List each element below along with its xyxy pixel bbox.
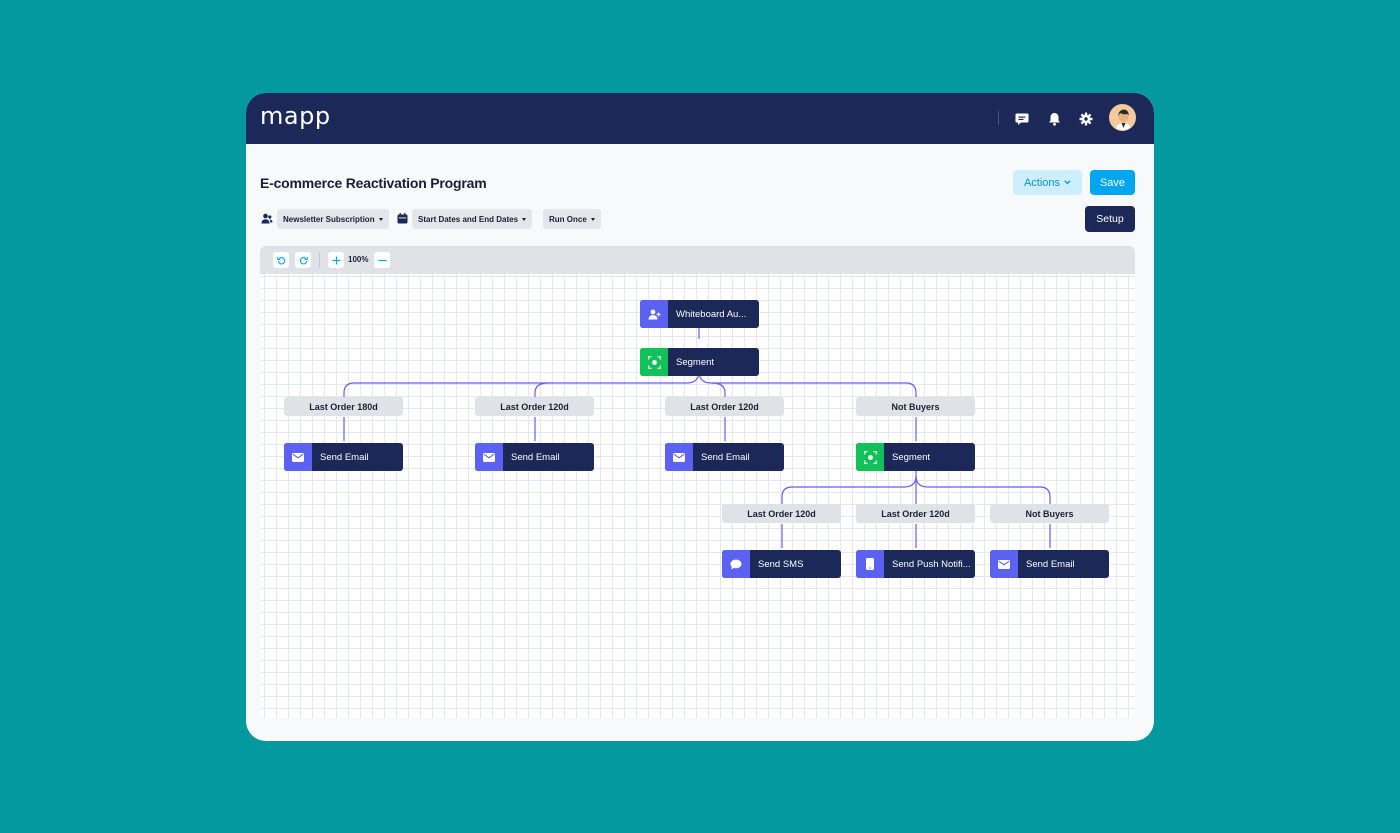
audience-icon [260,212,273,225]
flow-node-send-email[interactable]: Send Email [990,550,1109,578]
workflow-canvas[interactable]: 100% Whiteboard Au... Segment Last Order… [260,246,1135,718]
bell-icon[interactable] [1044,109,1064,129]
calendar-icon [396,212,409,225]
date-range-dropdown-label: Start Dates and End Dates [418,214,519,224]
flow-node-send-email[interactable]: Send Email [665,443,784,471]
frequency-dropdown[interactable]: Run Once [543,209,601,229]
page-title: E-commerce Reactivation Program [260,175,487,191]
caret-down-icon [522,217,527,221]
connector [915,475,1051,504]
connector [534,382,549,397]
flow-node-send-email[interactable]: Send Email [475,443,594,471]
flow-node-label: Segment [676,356,715,368]
flow-node-segment[interactable]: Segment [856,443,975,471]
chat-bubble-icon [722,550,750,578]
app-window: mapp E-commerce Reactivation Program Act… [246,93,1154,741]
flow-node-label: Send Push Notifi... [892,558,971,570]
mail-icon [665,443,693,471]
mobile-phone-icon [856,550,884,578]
audience-dropdown-label: Newsletter Subscription [283,214,375,224]
branch-label[interactable]: Not Buyers [990,504,1109,523]
top-navigation-bar: mapp [246,93,1154,144]
flow-node-send-email[interactable]: Send Email [284,443,403,471]
mail-icon [284,443,312,471]
flow-node-label: Send Email [320,451,369,463]
flow-node-segment[interactable]: Segment [640,348,759,376]
branch-label[interactable]: Last Order 120d [856,504,975,523]
connector [781,475,917,504]
mail-icon [475,443,503,471]
caret-down-icon [378,217,383,221]
branch-label[interactable]: Last Order 120d [722,504,841,523]
user-plus-icon [640,300,668,328]
flow-node-label: Segment [892,451,931,463]
mapp-logo[interactable]: mapp [260,102,331,130]
actions-button[interactable]: Actions [1013,170,1082,195]
save-button[interactable]: Save [1090,170,1135,195]
flow-node-send-sms[interactable]: Send SMS [722,550,841,578]
branch-label[interactable]: Last Order 120d [665,397,784,416]
audience-dropdown[interactable]: Newsletter Subscription [277,209,389,229]
flow-node-label: Whiteboard Au... [676,308,747,320]
chevron-down-icon [1064,180,1071,185]
connector [711,382,726,397]
avatar[interactable] [1109,104,1136,131]
flow-node-root[interactable]: Whiteboard Au... [640,300,759,328]
branch-label[interactable]: Last Order 180d [284,397,403,416]
flow-node-label: Send Email [701,451,750,463]
topbar-divider [998,111,999,125]
segment-icon [856,443,884,471]
actions-button-label: Actions [1023,176,1061,189]
setup-button[interactable]: Setup [1085,206,1135,232]
branch-label[interactable]: Not Buyers [856,397,975,416]
chat-icon[interactable] [1012,109,1032,129]
flow-node-label: Send SMS [758,558,804,570]
mail-icon [990,550,1018,578]
frequency-dropdown-label: Run Once [549,214,587,224]
flow-node-send-push[interactable]: Send Push Notifi... [856,550,975,578]
gear-icon[interactable] [1076,109,1096,129]
caret-down-icon [590,217,595,221]
segment-icon [640,348,668,376]
branch-label[interactable]: Last Order 120d [475,397,594,416]
date-range-dropdown[interactable]: Start Dates and End Dates [412,209,533,229]
flow-node-label: Send Email [1026,558,1075,570]
flow-node-label: Send Email [511,451,560,463]
